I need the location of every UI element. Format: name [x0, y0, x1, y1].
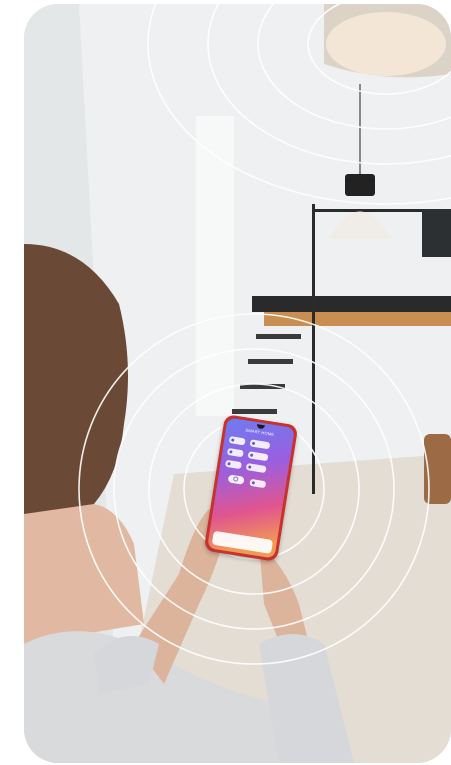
plug-icon[interactable]	[247, 451, 269, 462]
lock-icon[interactable]	[225, 459, 242, 470]
thermometer-icon[interactable]	[249, 439, 271, 450]
industrial-lamp-top	[345, 174, 375, 196]
power-icon[interactable]	[226, 447, 244, 458]
doorway	[196, 116, 234, 416]
smart-home-photo: SMART HOME	[24, 4, 451, 763]
control-tile[interactable]	[249, 478, 267, 489]
control-tile[interactable]	[245, 463, 267, 474]
dial-control[interactable]	[227, 474, 245, 485]
pendant-lamp-glow	[326, 12, 446, 76]
room-scene	[24, 4, 451, 763]
wall-picture	[422, 209, 451, 257]
mezzanine	[252, 296, 451, 312]
phone-bottom-panel	[211, 530, 274, 554]
lamp-icon[interactable]	[228, 436, 246, 446]
